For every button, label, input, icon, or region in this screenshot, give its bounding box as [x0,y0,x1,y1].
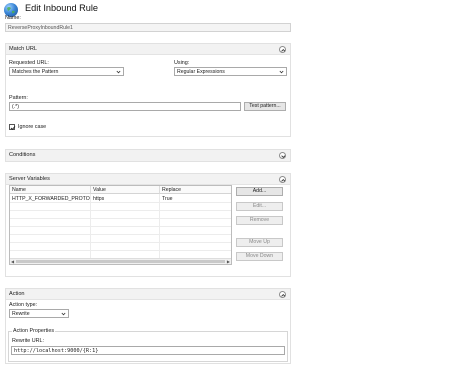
rule-name-field[interactable]: ReverseProxyInboundRule1 [5,23,291,32]
test-pattern-button[interactable]: Test pattern... [244,102,286,111]
requested-url-value: Matches the Pattern [12,69,59,75]
expand-chevron-icon[interactable] [279,152,286,159]
conditions-title: Conditions [9,152,36,158]
action-title: Action [9,291,25,297]
horizontal-scrollbar[interactable]: ◀ ▶ [10,258,231,264]
edit-variable-button[interactable]: Edit... [236,202,283,211]
cell-value: https [93,196,105,202]
using-value: Regular Expressions [177,69,225,75]
match-url-section: Match URL [5,43,291,137]
match-url-header[interactable]: Match URL [6,44,290,55]
action-type-value: Rewrite [12,311,30,317]
column-header-value[interactable]: Value [91,186,160,194]
server-variables-title: Server Variables [9,176,50,182]
match-url-title: Match URL [9,46,37,52]
rewrite-url-input[interactable]: http://localhost:9000/{R:1} [11,346,285,355]
collapse-chevron-icon[interactable] [279,46,286,53]
pattern-input[interactable]: (.*) [9,102,241,111]
remove-variable-button[interactable]: Remove [236,216,283,225]
table-row[interactable]: HTTP_X_FORWARDED_PROTO https True [10,195,231,203]
rewrite-url-label: Rewrite URL: [12,338,45,344]
ignore-case-checkbox[interactable] [9,124,16,131]
conditions-section: Conditions [5,149,291,162]
using-label: Using: [174,60,190,66]
scroll-left-icon[interactable]: ◀ [11,259,14,264]
action-type-select[interactable]: Rewrite [9,309,69,318]
scrollbar-thumb[interactable] [16,260,225,263]
cell-replace: True [162,196,173,202]
name-label: Name: [5,15,21,21]
using-select[interactable]: Regular Expressions [174,67,287,76]
cell-name: HTTP_X_FORWARDED_PROTO [12,196,90,202]
server-variables-table[interactable]: Name Value Replace HTTP_X_FORWARDED_PROT… [9,185,232,265]
ignore-case-label: Ignore case [18,124,47,130]
add-variable-button[interactable]: Add... [236,187,283,196]
column-header-name[interactable]: Name [10,186,91,194]
server-variables-header[interactable]: Server Variables [6,174,290,185]
collapse-chevron-icon[interactable] [279,176,286,183]
chevron-down-icon [279,70,284,74]
action-type-label: Action type: [9,302,38,308]
chevron-down-icon [116,70,121,74]
pattern-label: Pattern: [9,95,28,101]
move-up-button[interactable]: Move Up [236,238,283,247]
page-title: Edit Inbound Rule [25,3,99,13]
conditions-header[interactable]: Conditions [6,150,290,161]
action-properties-label: Action Properties [12,328,56,334]
action-header[interactable]: Action [6,289,290,300]
collapse-chevron-icon[interactable] [279,291,286,298]
checkmark-icon [10,126,16,131]
column-header-replace[interactable]: Replace [160,186,231,194]
requested-url-label: Requested URL: [9,60,49,66]
scroll-right-icon[interactable]: ▶ [227,259,230,264]
requested-url-select[interactable]: Matches the Pattern [9,67,124,76]
move-down-button[interactable]: Move Down [236,252,283,261]
chevron-down-icon [61,312,66,316]
